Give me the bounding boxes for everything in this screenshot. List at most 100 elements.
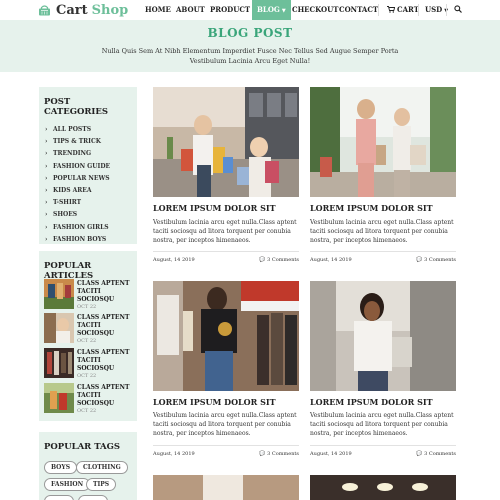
category-item[interactable]: › KIDS AREA [45, 185, 137, 197]
post-date: August, 14 2019 [153, 257, 195, 263]
logo-word-cart: Cart [56, 2, 88, 18]
post-image[interactable] [153, 281, 299, 391]
category-item[interactable]: › T-SHIRT [45, 197, 137, 209]
popular-article-item[interactable]: CLASS APTENT TACITI SOCIOSQU OCT 22 [44, 313, 134, 344]
article-thumbnail [44, 313, 74, 343]
post-date: August, 14 2019 [310, 257, 352, 263]
tag-clothing[interactable]: CLOTHING [76, 461, 128, 474]
post-categories-title: POST CATEGORIES [44, 97, 109, 117]
tag-item[interactable] [44, 495, 74, 500]
chevron-right-icon: › [45, 186, 48, 194]
shopping-women-photo [153, 87, 299, 197]
post-date: August, 14 2019 [153, 451, 195, 457]
chevron-right-icon: › [45, 138, 48, 146]
post-image[interactable] [310, 281, 456, 391]
post-image[interactable] [310, 87, 456, 197]
category-item[interactable]: › SHOES [45, 209, 137, 221]
currency-label: USD [425, 5, 443, 14]
category-item[interactable]: › FASHION GIRLS [45, 222, 137, 234]
comment-icon: 💬 [259, 451, 268, 457]
category-label: ALL POSTS [53, 126, 92, 133]
nav-blog[interactable]: BLOG ▼ [252, 0, 291, 20]
tag-boys[interactable]: BOYS [44, 461, 78, 474]
category-item[interactable]: › TRENDING [45, 148, 137, 160]
category-label: TRENDING [53, 150, 92, 158]
category-label: FASHION GUIDE [53, 162, 111, 170]
chevron-right-icon: › [45, 235, 48, 243]
tag-fashion[interactable]: FASHION [44, 478, 91, 491]
category-item[interactable]: › FASHION BOYS [45, 234, 137, 246]
post-image[interactable] [310, 475, 456, 500]
popular-article-item[interactable]: CLASS APTENT TACITI SOCIOSQU OCT 22 [44, 348, 134, 379]
divider [153, 251, 299, 252]
page-subtitle: Nulla Quis Sem At Nibh Elementum Imperdi… [101, 47, 399, 65]
category-label: FASHION BOYS [53, 235, 107, 243]
divider [153, 445, 299, 446]
chevron-right-icon: › [45, 223, 48, 231]
post-comments[interactable]: 💬 3 Comments [259, 451, 299, 457]
post-photo [153, 475, 299, 500]
tag-tips[interactable]: TIPS [86, 478, 117, 491]
clothing-store-photo [153, 281, 299, 391]
popular-article-item[interactable]: CLASS APTENT TACITI SOCIOSQU OCT 22 [44, 279, 134, 310]
chevron-right-icon: › [45, 126, 48, 133]
article-date: OCT 22 [77, 304, 97, 310]
post-comments[interactable]: 💬 3 Comments [416, 257, 456, 263]
nav-divider [378, 4, 379, 16]
logo[interactable]: Cart Shop [38, 2, 128, 18]
currency-select[interactable]: USD▼ [425, 0, 448, 20]
post-title[interactable]: LOREM IPSUM DOLOR SIT [153, 203, 276, 213]
logo-word-shop: Shop [91, 2, 129, 18]
chevron-right-icon: › [45, 211, 48, 219]
chevron-right-icon: › [45, 174, 48, 182]
search-button[interactable] [454, 0, 462, 20]
cart-icon [387, 6, 396, 13]
popular-tags-title: POPULAR TAGS [44, 442, 121, 452]
page-hero: BLOG POST Nulla Quis Sem At Nibh Element… [0, 20, 500, 72]
nav-divider [418, 4, 419, 16]
nav-checkout[interactable]: CHECKOUT [292, 0, 338, 20]
post-meta: August, 14 2019 💬 3 Comments [310, 257, 456, 267]
category-item[interactable]: › TIPS & TRICK [45, 136, 137, 148]
comment-icon: 💬 [259, 257, 268, 263]
post-title[interactable]: LOREM IPSUM DOLOR SIT [153, 397, 276, 407]
category-item[interactable]: › ALL POSTS [45, 124, 137, 136]
category-label: KIDS AREA [53, 186, 92, 194]
article-title: CLASS APTENT TACITI SOCIOSQU [77, 349, 130, 372]
site-header: Cart Shop HOME ABOUT PRODUCT▼ BLOG▼ CHEC… [0, 0, 500, 20]
chevron-down-icon: ▼ [281, 8, 286, 14]
post-title[interactable]: LOREM IPSUM DOLOR SIT [310, 397, 433, 407]
post-image[interactable] [153, 87, 299, 197]
tag-item[interactable] [78, 495, 108, 500]
post-excerpt: Vestibulum lacinia arcu eget nulla.Class… [153, 412, 297, 437]
chevron-right-icon: › [45, 162, 48, 170]
post-categories-panel: POST CATEGORIES › ALL POSTS › TIPS & TRICK… [39, 87, 137, 244]
post-excerpt: Vestibulum lacinia arcu eget nulla.Class… [153, 219, 297, 244]
category-list: › ALL POSTS › TIPS & TRICK › TRENDING › FASH… [39, 117, 137, 246]
page-title: BLOG POST [207, 26, 293, 40]
nav-about[interactable]: ABOUT [176, 0, 205, 20]
post-meta: August, 14 2019 💬 3 Comments [310, 451, 456, 461]
nav-product[interactable]: PRODUCT▼ [210, 0, 256, 20]
post-comments[interactable]: 💬 3 Comments [416, 451, 456, 457]
post-comments[interactable]: 💬 3 Comments [259, 257, 299, 263]
shopping-women-photo [310, 87, 456, 197]
post-date: August, 14 2019 [310, 451, 352, 457]
nav-divider [446, 4, 447, 16]
search-icon [454, 5, 462, 13]
category-label: FASHION GIRLS [53, 223, 109, 231]
nav-home[interactable]: HOME [145, 0, 171, 20]
divider [310, 445, 456, 446]
category-item[interactable]: › FASHION GUIDE [45, 161, 137, 173]
category-item[interactable]: › POPULAR NEWS [45, 173, 137, 185]
post-title[interactable]: LOREM IPSUM DOLOR SIT [310, 203, 433, 213]
article-date: OCT 22 [77, 373, 97, 379]
comments-label: 3 Comments [267, 451, 299, 457]
popular-article-item[interactable]: CLASS APTENT TACITI SOCIOSQU OCT 22 [44, 383, 134, 414]
nav-blog-label: BLOG [257, 5, 280, 14]
nav-cart[interactable]: CART [387, 0, 419, 20]
post-image[interactable] [153, 475, 299, 500]
category-label: TIPS & TRICK [53, 138, 101, 146]
article-date: OCT 22 [77, 338, 97, 344]
nav-contact[interactable]: CONTACT [339, 0, 378, 20]
